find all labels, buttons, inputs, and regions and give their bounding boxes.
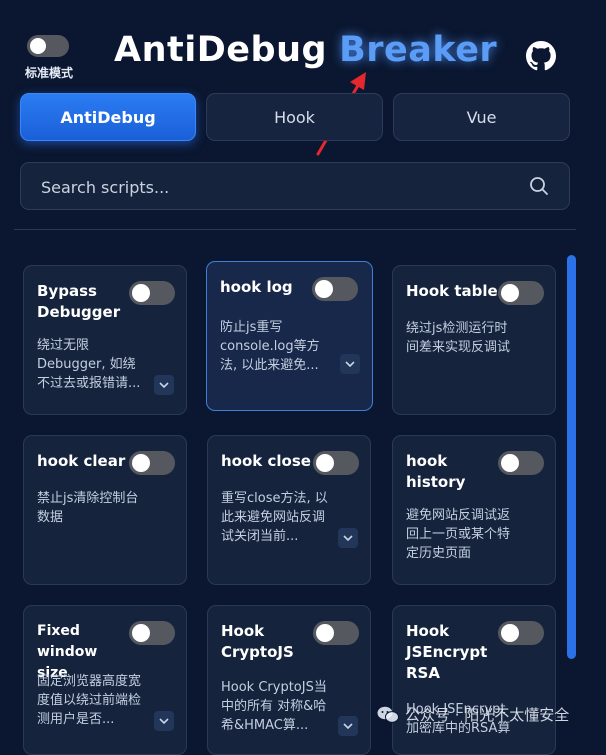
app-title: AntiDebug Breaker — [114, 30, 497, 70]
card-toggle[interactable] — [312, 277, 358, 301]
card-description: 重写close方法, 以此来避免网站反调试关闭当前... — [221, 491, 328, 544]
card-title: hook clear — [37, 452, 126, 470]
wechat-icon — [377, 706, 399, 723]
search-box — [20, 162, 570, 211]
mode-label: 标准模式 — [24, 66, 73, 80]
script-card: hook log 防止js重写console.log等方法, 以此来避免... — [206, 261, 373, 411]
mode-toggle-knob — [30, 38, 46, 54]
chevron-down-icon[interactable] — [338, 528, 358, 548]
toggle-knob — [501, 454, 519, 472]
card-toggle[interactable] — [129, 621, 175, 645]
scrollbar-thumb[interactable] — [567, 255, 576, 659]
card-toggle[interactable] — [313, 621, 359, 645]
script-card: Hook JSEncrypt RSA Hook JSEncrypt加密库中的RS… — [392, 605, 556, 755]
card-description: 固定浏览器高度宽度值以绕过前端检测用户是否... — [37, 674, 142, 727]
script-card: hook history 避免网站反调试返回上一页或某个特定历史页面 — [392, 435, 556, 585]
chevron-down-icon-glyph — [343, 723, 353, 729]
chevron-down-icon[interactable] — [154, 375, 174, 395]
watermark: 公众号 · 阳光不太懂安全 — [377, 704, 569, 725]
card-toggle[interactable] — [129, 451, 175, 475]
search-input[interactable] — [39, 163, 523, 211]
github-icon[interactable] — [526, 41, 556, 71]
toggle-knob — [132, 624, 150, 642]
app-title-main: AntiDebug — [114, 30, 328, 70]
card-description: 避免网站反调试返回上一页或某个特定历史页面 — [406, 508, 511, 561]
card-description: 防止js重写console.log等方法, 以此来避免... — [220, 320, 320, 373]
script-card: Fixed window size 固定浏览器高度宽度值以绕过前端检测用户是否.… — [23, 605, 187, 755]
card-toggle[interactable] — [498, 281, 544, 305]
card-description: Hook CryptoJS当中的所有 对称&哈希&HMAC算... — [221, 680, 327, 733]
card-description: 绕过js检测运行时间差来实现反调试 — [406, 321, 511, 355]
card-toggle[interactable] — [498, 451, 544, 475]
script-card: Bypass Debugger 绕过无限Debugger, 如绕不过去或报错请.… — [23, 265, 187, 415]
chevron-down-icon[interactable] — [154, 711, 174, 731]
script-card: Hook table 绕过js检测运行时间差来实现反调试 — [392, 265, 556, 415]
divider — [14, 229, 576, 230]
toggle-knob — [315, 280, 333, 298]
card-title: Hook CryptoJS — [221, 622, 294, 661]
card-title: Hook JSEncrypt RSA — [406, 622, 488, 682]
tab-antidebug[interactable]: AntiDebug — [20, 93, 196, 141]
card-description: 绕过无限Debugger, 如绕不过去或报错请... — [37, 338, 141, 391]
toggle-knob — [132, 454, 150, 472]
card-toggle[interactable] — [313, 451, 359, 475]
mode-toggle[interactable] — [27, 35, 69, 57]
chevron-down-icon-glyph — [343, 535, 353, 541]
chevron-down-icon[interactable] — [338, 716, 358, 736]
script-card: hook close 重写close方法, 以此来避免网站反调试关闭当前... — [207, 435, 371, 585]
card-title: hook close — [221, 452, 311, 470]
script-card: hook clear 禁止js清除控制台数据 — [23, 435, 187, 585]
card-title: Bypass Debugger — [37, 282, 121, 321]
app-title-highlight: Breaker — [339, 30, 498, 70]
script-card: Hook CryptoJS Hook CryptoJS当中的所有 对称&哈希&H… — [207, 605, 371, 755]
toggle-knob — [501, 624, 519, 642]
card-title: hook log — [220, 278, 293, 296]
search-icon[interactable] — [529, 176, 549, 196]
toggle-knob — [316, 624, 334, 642]
chevron-down-icon-glyph — [159, 382, 169, 388]
toggle-knob — [132, 284, 150, 302]
card-title: Hook table — [406, 282, 498, 300]
chevron-down-icon-glyph — [345, 361, 355, 367]
tab-hook[interactable]: Hook — [206, 93, 383, 141]
tab-vue[interactable]: Vue — [393, 93, 570, 141]
card-description: 禁止js清除控制台数据 — [37, 491, 139, 525]
card-toggle[interactable] — [129, 281, 175, 305]
toggle-knob — [316, 454, 334, 472]
chevron-down-icon[interactable] — [340, 354, 360, 374]
watermark-text: 公众号 · 阳光不太懂安全 — [405, 706, 570, 724]
chevron-down-icon-glyph — [159, 718, 169, 724]
toggle-knob — [501, 284, 519, 302]
card-title: hook history — [406, 452, 466, 491]
card-toggle[interactable] — [498, 621, 544, 645]
